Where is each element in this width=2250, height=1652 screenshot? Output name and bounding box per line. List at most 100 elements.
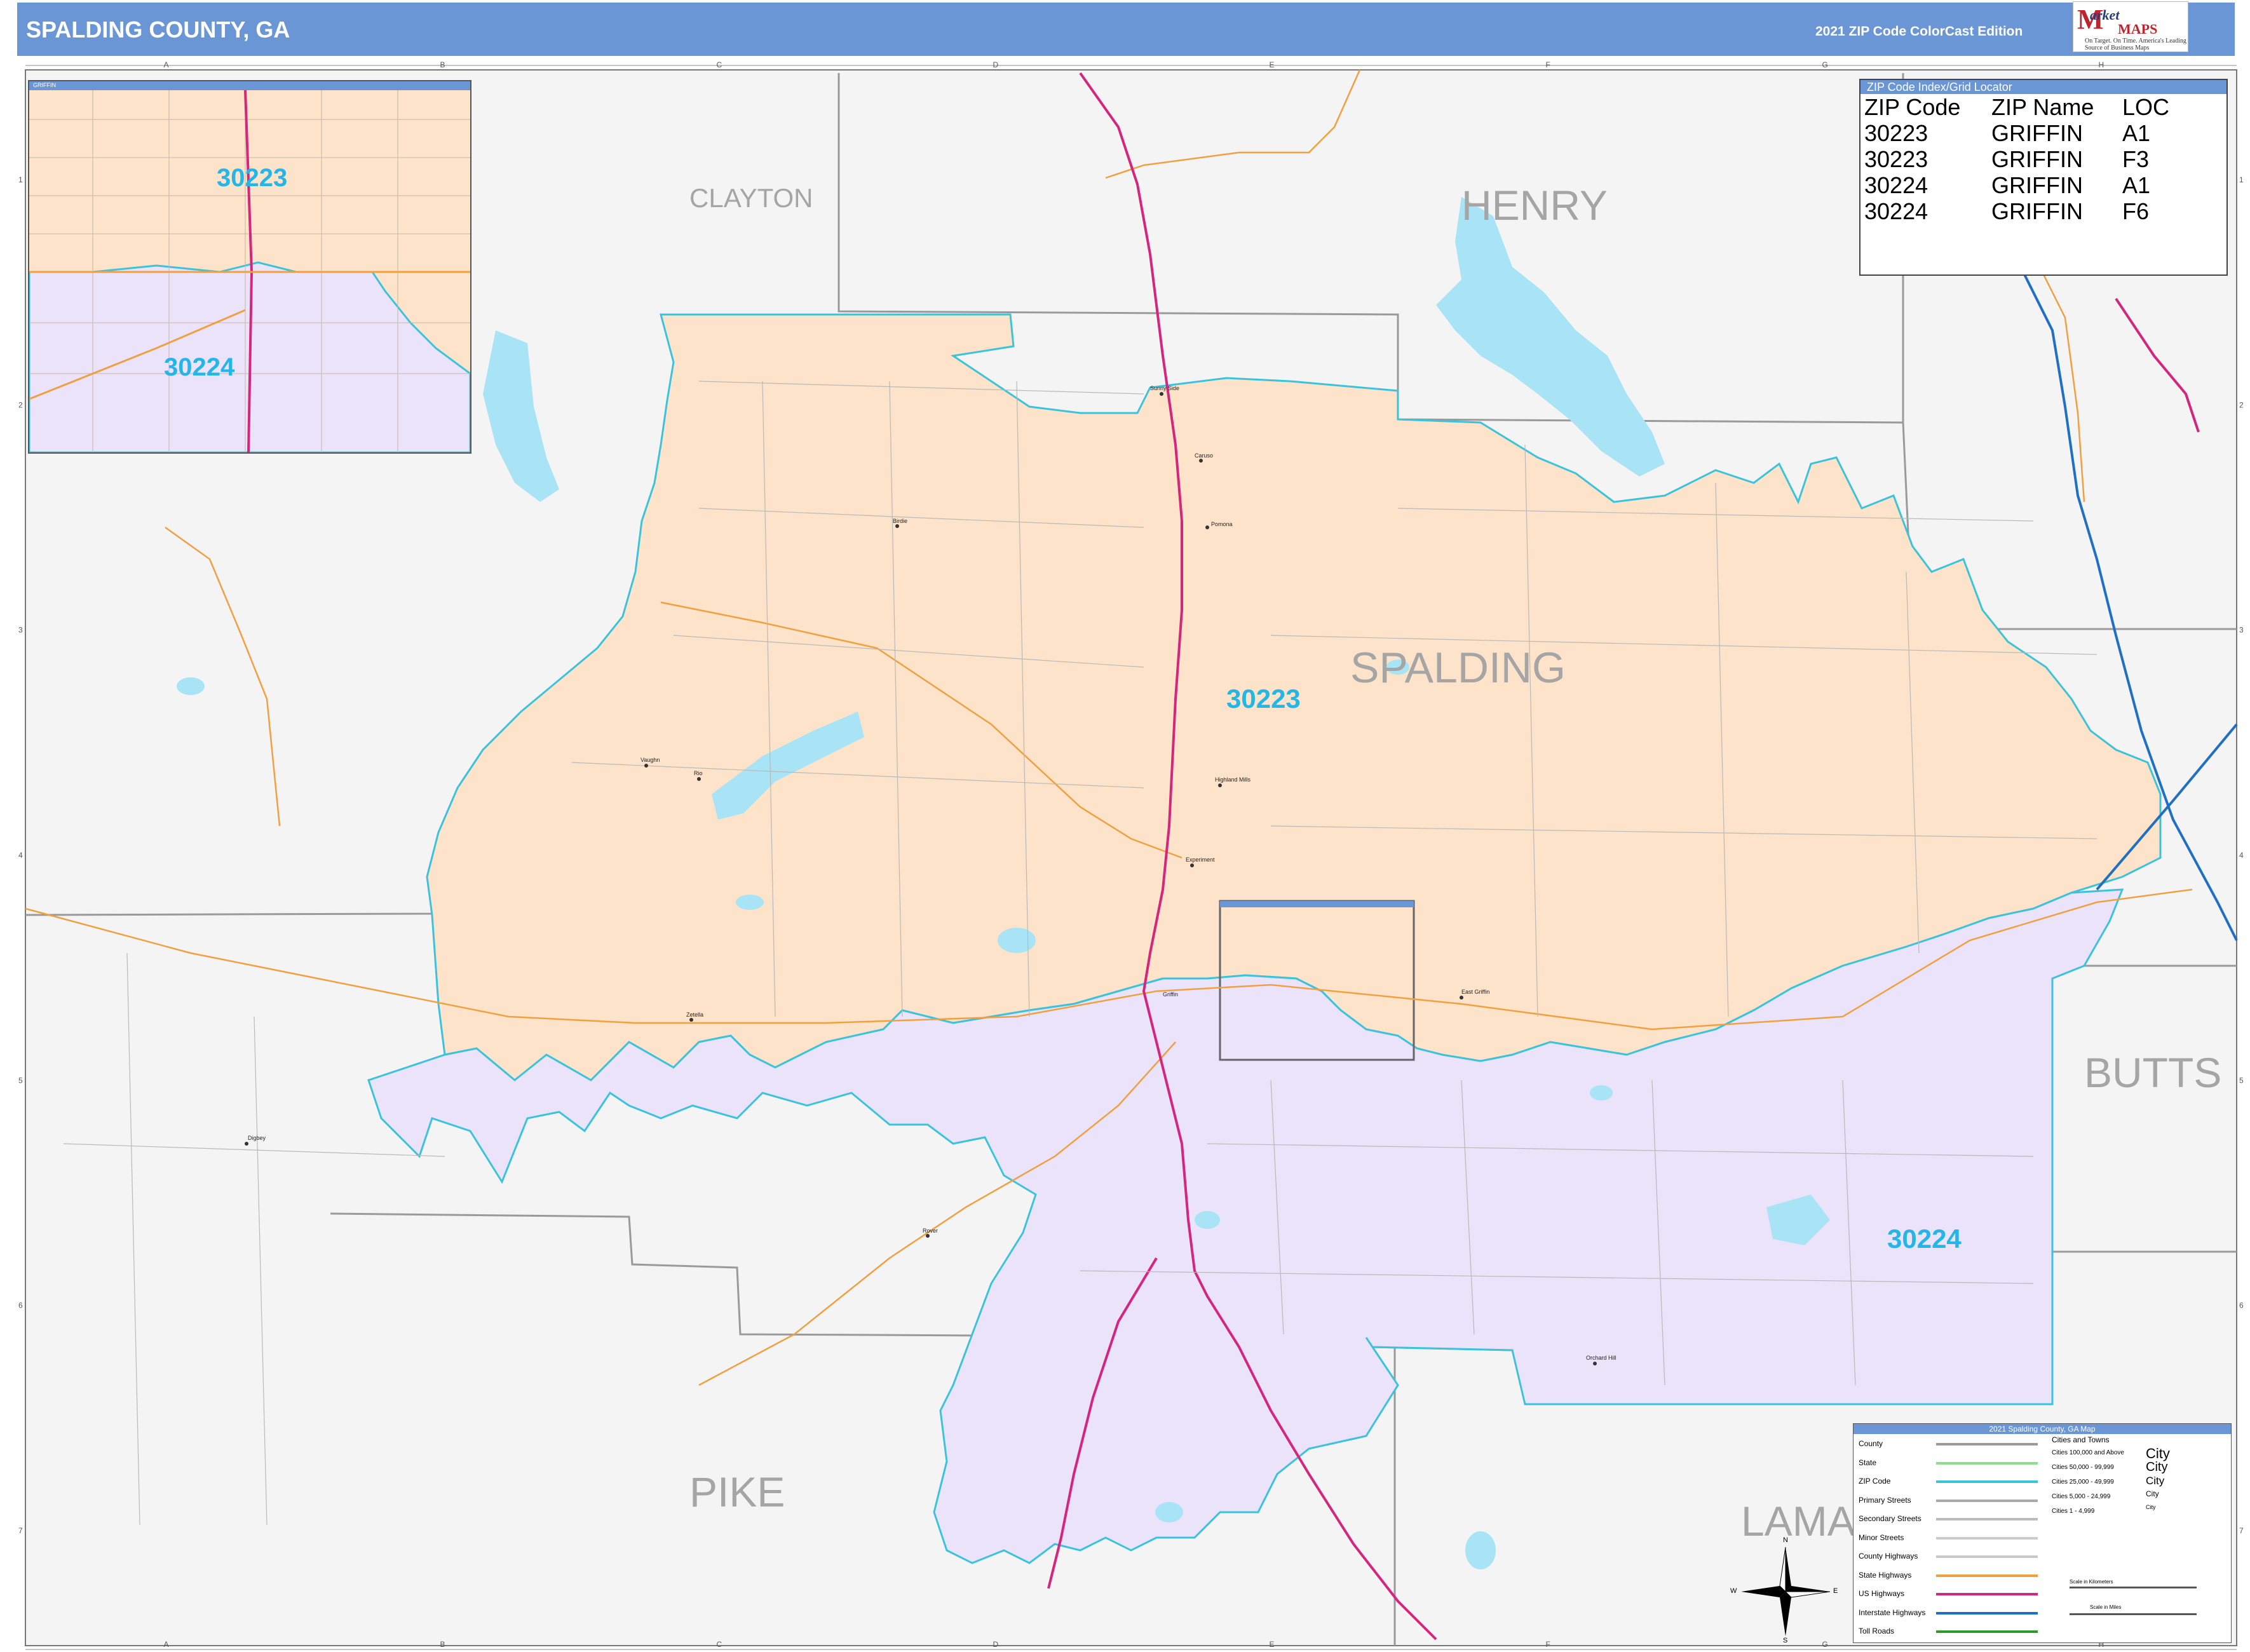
place-label: Griffin [1163, 991, 1178, 998]
place-label: Pomona [1211, 521, 1233, 527]
legend-city-size: Cities 50,000 - 99,999 [2052, 1464, 2114, 1471]
legend-title: 2021 Spalding County, GA Map [1854, 1424, 2231, 1434]
place-label: Caruso [1195, 452, 1214, 459]
table-row: 30223 GRIFFIN F3 [1864, 146, 2169, 172]
legend-cities-title: Cities and Towns [2052, 1435, 2110, 1444]
compass-w: W [1730, 1587, 1737, 1595]
grid-col-label: B [440, 60, 445, 69]
place-label: Digbey [248, 1135, 266, 1141]
compass-n: N [1783, 1536, 1788, 1544]
county-label-lamar: LAMA [1741, 1498, 1855, 1545]
legend-item-label: County [1859, 1439, 1883, 1448]
zip-label-30223: 30223 [1226, 684, 1301, 714]
legend-swatch [1936, 1536, 2038, 1540]
table-row: 30223 GRIFFIN A1 [1864, 120, 2169, 146]
scale-bar-mi [2070, 1613, 2197, 1615]
legend-item-label: Interstate Highways [1859, 1608, 1926, 1617]
legend-city-size: Cities 100,000 and Above [2052, 1449, 2124, 1456]
place-label: Orchard Hill [1586, 1355, 1616, 1361]
grid-col-label: E [1270, 1640, 1275, 1649]
legend-item-label: Secondary Streets [1859, 1514, 1921, 1523]
grid-col-label: B [440, 1640, 445, 1649]
legend-swatch [1936, 1518, 2038, 1520]
grid-col-label: F [1546, 1640, 1550, 1649]
zip-index-header-row: ZIP Code ZIP Name LOC [1864, 94, 2169, 120]
zip-code-index: ZIP Code Index/Grid Locator ZIP Code ZIP… [1859, 79, 2228, 276]
legend-city-sample: City [2146, 1504, 2156, 1510]
loc-cell: F6 [2122, 198, 2150, 224]
grid-col-label: F [1546, 60, 1550, 69]
legend-swatch [1936, 1555, 2038, 1558]
grid-col-label: D [993, 1640, 999, 1649]
grid-col-label: D [993, 60, 999, 69]
legend-item-label: County Highways [1859, 1552, 1918, 1561]
loc-cell: A1 [2122, 172, 2151, 198]
zip-index-header-zip: ZIP Code [1864, 94, 1961, 120]
county-label-pike: PIKE [689, 1468, 785, 1515]
zip-index-title: ZIP Code Index/Grid Locator [1860, 80, 2226, 94]
legend-item-label: ZIP Code [1859, 1477, 1891, 1486]
compass-e: E [1833, 1587, 1838, 1595]
grid-col-label: C [717, 1640, 722, 1649]
legend-item-label: State [1859, 1458, 1877, 1467]
legend-item-label: State Highways [1859, 1570, 1912, 1580]
name-cell: GRIFFIN [1991, 120, 2083, 146]
grid-row-label: 7 [18, 1526, 23, 1535]
grid-row-label: 6 [2239, 1301, 2244, 1310]
grid-col-label: A [164, 1640, 169, 1649]
scale-bar-km [2070, 1587, 2197, 1588]
legend-city-size: Cities 25,000 - 49,999 [2052, 1479, 2114, 1486]
legend-swatch [1936, 1593, 2038, 1595]
grid-col-label: G [1822, 60, 1828, 69]
legend-city-sample: City [2146, 1460, 2168, 1474]
legend-item-label: Toll Roads [1859, 1627, 1895, 1635]
legend-city-size: Cities 5,000 - 24,999 [2052, 1493, 2111, 1500]
map-legend: 2021 Spalding County, GA Map Cities and … [1853, 1423, 2232, 1643]
legend-swatch [1936, 1574, 2038, 1577]
name-cell: GRIFFIN [1991, 146, 2083, 172]
legend-city-size: Cities 1 - 4,999 [2052, 1508, 2095, 1515]
place-label: Zetella [686, 1012, 704, 1018]
inset-zip-30223: 30223 [217, 164, 288, 192]
legend-swatch [1936, 1461, 2038, 1465]
grid-col-label: C [717, 60, 722, 69]
legend-swatch [1936, 1480, 2038, 1483]
zip-cell: 30224 [1864, 172, 1928, 198]
legend-city-sample: City [2146, 1475, 2165, 1487]
grid-col-label: E [1270, 60, 1275, 69]
zip-index-table: ZIP Code ZIP Name LOC 30223 GRIFFIN A1 302… [1864, 94, 2169, 224]
zip-index-header-loc: LOC [2122, 94, 2170, 120]
county-label-butts: BUTTS [2084, 1049, 2222, 1096]
grid-col-label: G [1822, 1640, 1828, 1649]
zip-label-30224: 30224 [1887, 1224, 1962, 1254]
legend-city-sample: City [2146, 1489, 2159, 1498]
legend-scale-mi: Scale in Miles [2090, 1604, 2122, 1610]
grid-row-label: 4 [18, 851, 23, 860]
grid-col-label: H [2099, 60, 2104, 69]
legend-item-label: Primary Streets [1859, 1495, 1911, 1505]
compass-s: S [1783, 1637, 1788, 1644]
loc-cell: A1 [2122, 120, 2151, 146]
legend-swatch [1936, 1630, 2038, 1633]
table-row: 30224 GRIFFIN A1 [1864, 172, 2169, 198]
place-label: Rio [694, 770, 703, 776]
grid-row-label: 4 [2239, 851, 2244, 860]
county-label-spalding: SPALDING [1350, 644, 1566, 692]
name-cell: GRIFFIN [1991, 172, 2083, 198]
grid-row-label: 5 [18, 1076, 23, 1085]
zip-cell: 30224 [1864, 198, 1928, 224]
place-label: East Griffin [1461, 989, 1490, 995]
place-label: Sunny Side [1150, 385, 1180, 391]
compass-rose: N S W E [1730, 1536, 1838, 1644]
compass-star-icon [1741, 1547, 1831, 1636]
grid-row-label: 1 [18, 175, 23, 184]
grid-row-label: 2 [2239, 400, 2244, 409]
grid-col-label: A [164, 60, 169, 69]
legend-item-label: US Highways [1859, 1589, 1905, 1598]
grid-row-label: 1 [2239, 175, 2244, 184]
county-label-henry: HENRY [1461, 182, 1608, 229]
legend-swatch [1936, 1611, 2038, 1615]
legend-swatch [1936, 1443, 2038, 1446]
grid-row-label: 6 [18, 1301, 23, 1310]
legend-item-label: Minor Streets [1859, 1533, 1904, 1542]
